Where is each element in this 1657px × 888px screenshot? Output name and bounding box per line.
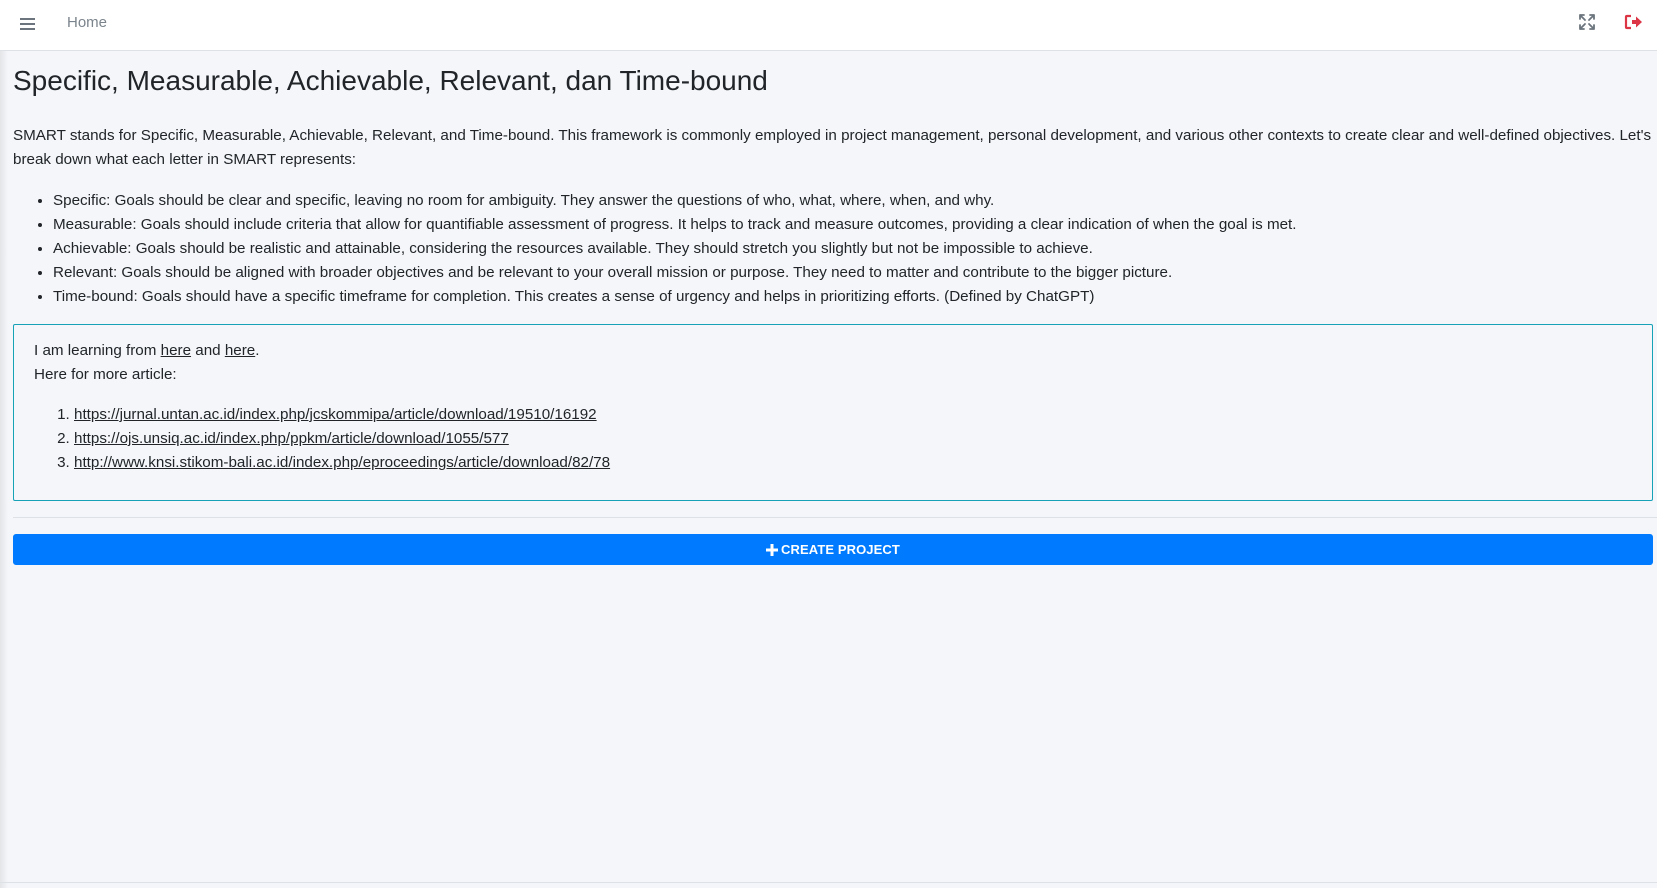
article-list: https://jurnal.untan.ac.id/index.php/jcs… [34, 403, 1632, 475]
plus-icon [766, 543, 779, 556]
smart-intro-paragraph: SMART stands for Specific, Measurable, A… [13, 127, 1652, 168]
divider [13, 517, 1657, 518]
page-title: Specific, Measurable, Achievable, Releva… [13, 65, 768, 96]
article-link-1[interactable]: https://jurnal.untan.ac.id/index.php/jcs… [74, 406, 597, 423]
hamburger-menu-icon[interactable] [18, 14, 38, 34]
nav-home-link[interactable]: Home [67, 14, 107, 31]
list-item: Specific: Goals should be clear and spec… [53, 189, 1653, 213]
list-item: https://jurnal.untan.ac.id/index.php/jcs… [74, 403, 1632, 427]
create-project-button[interactable]: CREATE PROJECT [13, 534, 1653, 565]
footer-divider [0, 882, 1657, 883]
list-item: Measurable: Goals should include criteri… [53, 213, 1653, 237]
learning-sources-line: I am learning from here and here. [34, 342, 260, 359]
list-item: Time-bound: Goals should have a specific… [53, 285, 1653, 309]
more-articles-label: Here for more article: [34, 366, 177, 383]
source-link-1[interactable]: here [161, 342, 191, 359]
top-navbar: Home [0, 0, 1657, 51]
article-link-2[interactable]: https://ojs.unsiq.ac.id/index.php/ppkm/a… [74, 430, 509, 447]
list-item: Achievable: Goals should be realistic an… [53, 237, 1653, 261]
create-project-label: CREATE PROJECT [781, 542, 900, 557]
sign-out-icon[interactable] [1624, 13, 1644, 31]
list-item: Relevant: Goals should be aligned with b… [53, 261, 1653, 285]
source-link-2[interactable]: here [225, 342, 255, 359]
list-item: http://www.knsi.stikom-bali.ac.id/index.… [74, 451, 1632, 475]
list-item: https://ojs.unsiq.ac.id/index.php/ppkm/a… [74, 427, 1632, 451]
expand-icon[interactable] [1578, 13, 1596, 31]
article-link-3[interactable]: http://www.knsi.stikom-bali.ac.id/index.… [74, 454, 610, 471]
references-callout: I am learning from here and here. Here f… [13, 324, 1653, 501]
smart-definition-list: Specific: Goals should be clear and spec… [13, 189, 1653, 309]
sidebar-edge-shadow [0, 0, 8, 888]
